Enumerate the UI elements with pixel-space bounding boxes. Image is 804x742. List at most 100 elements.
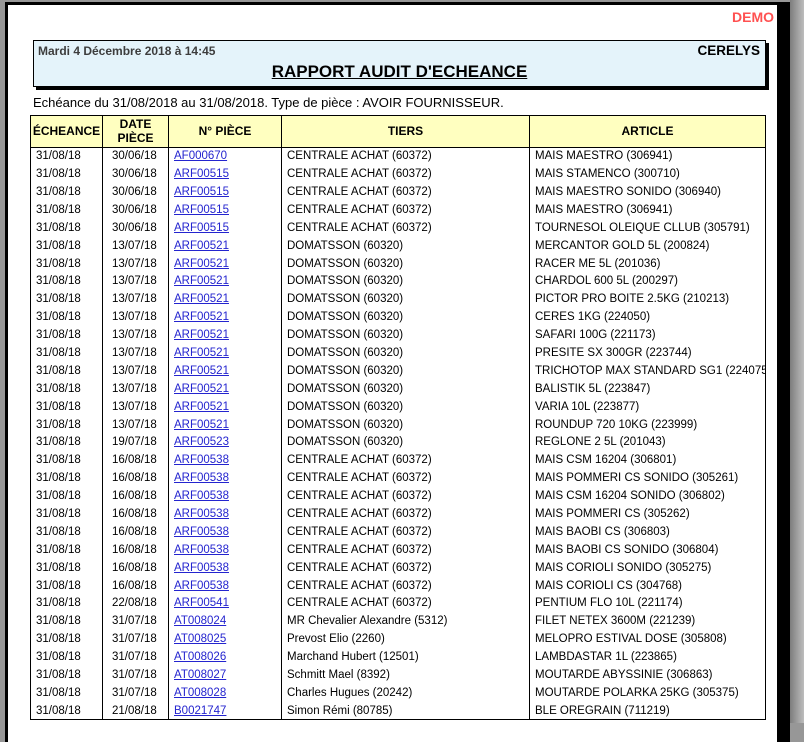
piece-link[interactable]: ARF00538 — [174, 580, 229, 592]
piece-link[interactable]: ARF00515 — [174, 222, 229, 234]
tiers-cell: CENTRALE ACHAT (60372) — [282, 165, 530, 183]
piece-link[interactable]: ARF00521 — [174, 365, 229, 377]
article-cell: MOUTARDE ABYSSINIE (306863) — [530, 666, 766, 684]
piece-link[interactable]: AT008024 — [174, 615, 226, 627]
echeance-cell: 31/08/18 — [31, 273, 103, 291]
table-row: 31/08/1831/07/18AT008025Prevost Elio (22… — [31, 630, 766, 648]
piece-link[interactable]: AT008025 — [174, 633, 226, 645]
table-row: 31/08/1813/07/18ARF00521DOMATSSON (60320… — [31, 362, 766, 380]
table-row: 31/08/1830/06/18ARF00515CENTRALE ACHAT (… — [31, 165, 766, 183]
column-header-echeance: ÉCHEANCE — [31, 116, 103, 148]
table-row: 31/08/1831/07/18AT008024MR Chevalier Ale… — [31, 612, 766, 630]
date-piece-cell: 13/07/18 — [103, 398, 169, 416]
piece-link[interactable]: ARF00521 — [174, 275, 229, 287]
date-piece-cell: 30/06/18 — [103, 165, 169, 183]
tiers-cell: CENTRALE ACHAT (60372) — [282, 469, 530, 487]
piece-link[interactable]: ARF00538 — [174, 490, 229, 502]
piece-cell: ARF00521 — [169, 237, 282, 255]
tiers-cell: DOMATSSON (60320) — [282, 326, 530, 344]
piece-link[interactable]: ARF00538 — [174, 472, 229, 484]
article-cell: TRICHOTOP MAX STANDARD SG1 (224075) — [530, 362, 766, 380]
date-piece-cell: 31/07/18 — [103, 648, 169, 666]
tiers-cell: DOMATSSON (60320) — [282, 416, 530, 434]
article-cell: MAIS CORIOLI CS (304768) — [530, 577, 766, 595]
tiers-cell: CENTRALE ACHAT (60372) — [282, 505, 530, 523]
piece-link[interactable]: AT008026 — [174, 651, 226, 663]
table-row: 31/08/1830/06/18AF000670CENTRALE ACHAT (… — [31, 147, 766, 165]
piece-cell: ARF00538 — [169, 487, 282, 505]
table-row: 31/08/1813/07/18ARF00521DOMATSSON (60320… — [31, 326, 766, 344]
piece-link[interactable]: ARF00521 — [174, 401, 229, 413]
piece-link[interactable]: ARF00521 — [174, 240, 229, 252]
piece-link[interactable]: ARF00515 — [174, 186, 229, 198]
article-cell: MOUTARDE POLARKA 25KG (305375) — [530, 684, 766, 702]
piece-cell: ARF00521 — [169, 344, 282, 362]
tiers-cell: CENTRALE ACHAT (60372) — [282, 523, 530, 541]
article-cell: MAIS CSM 16204 (306801) — [530, 451, 766, 469]
piece-link[interactable]: AT008028 — [174, 687, 226, 699]
piece-link[interactable]: AT008027 — [174, 669, 226, 681]
tiers-cell: Marchand Hubert (12501) — [282, 648, 530, 666]
echeance-cell: 31/08/18 — [31, 577, 103, 595]
date-piece-cell: 16/08/18 — [103, 559, 169, 577]
piece-link[interactable]: AF000670 — [174, 150, 227, 162]
echeance-cell: 31/08/18 — [31, 147, 103, 165]
piece-link[interactable]: ARF00538 — [174, 562, 229, 574]
table-row: 31/08/1830/06/18ARF00515CENTRALE ACHAT (… — [31, 201, 766, 219]
tiers-cell: DOMATSSON (60320) — [282, 255, 530, 273]
article-cell: BALISTIK 5L (223847) — [530, 380, 766, 398]
echeance-cell: 31/08/18 — [31, 630, 103, 648]
date-piece-cell: 13/07/18 — [103, 255, 169, 273]
tiers-cell: DOMATSSON (60320) — [282, 344, 530, 362]
piece-link[interactable]: B0021747 — [174, 705, 226, 717]
tiers-cell: DOMATSSON (60320) — [282, 380, 530, 398]
piece-link[interactable]: ARF00538 — [174, 544, 229, 556]
date-piece-cell: 16/08/18 — [103, 541, 169, 559]
echeance-cell: 31/08/18 — [31, 398, 103, 416]
piece-cell: ARF00521 — [169, 326, 282, 344]
date-piece-cell: 16/08/18 — [103, 487, 169, 505]
tiers-cell: CENTRALE ACHAT (60372) — [282, 183, 530, 201]
report-datetime: Mardi 4 Décembre 2018 à 14:45 — [38, 44, 215, 58]
piece-cell: ARF00521 — [169, 398, 282, 416]
table-row: 31/08/1813/07/18ARF00521DOMATSSON (60320… — [31, 416, 766, 434]
table-row: 31/08/1813/07/18ARF00521DOMATSSON (60320… — [31, 237, 766, 255]
echeance-cell: 31/08/18 — [31, 219, 103, 237]
article-cell: PICTOR PRO BOITE 2.5KG (210213) — [530, 290, 766, 308]
piece-link[interactable]: ARF00521 — [174, 258, 229, 270]
date-piece-cell: 16/08/18 — [103, 577, 169, 595]
piece-link[interactable]: ARF00521 — [174, 329, 229, 341]
report-table: ÉCHEANCEDATE PIÈCEN° PIÈCETIERSARTICLE 3… — [30, 115, 766, 720]
date-piece-cell: 30/06/18 — [103, 183, 169, 201]
echeance-cell: 31/08/18 — [31, 434, 103, 452]
table-row: 31/08/1813/07/18ARF00521DOMATSSON (60320… — [31, 380, 766, 398]
article-cell: MAIS MAESTRO (306941) — [530, 147, 766, 165]
piece-link[interactable]: ARF00541 — [174, 597, 229, 609]
piece-link[interactable]: ARF00521 — [174, 419, 229, 431]
piece-link[interactable]: ARF00538 — [174, 508, 229, 520]
echeance-cell: 31/08/18 — [31, 595, 103, 613]
date-piece-cell: 30/06/18 — [103, 219, 169, 237]
piece-cell: AT008026 — [169, 648, 282, 666]
piece-link[interactable]: ARF00523 — [174, 436, 229, 448]
piece-link[interactable]: ARF00515 — [174, 168, 229, 180]
piece-cell: ARF00538 — [169, 505, 282, 523]
demo-watermark: DEMO — [732, 9, 774, 25]
column-header-tiers: TIERS — [282, 116, 530, 148]
date-piece-cell: 16/08/18 — [103, 469, 169, 487]
piece-link[interactable]: ARF00538 — [174, 526, 229, 538]
piece-link[interactable]: ARF00538 — [174, 454, 229, 466]
echeance-cell: 31/08/18 — [31, 183, 103, 201]
article-cell: LAMBDASTAR 1L (223865) — [530, 648, 766, 666]
article-cell: BLE OREGRAIN (711219) — [530, 702, 766, 720]
table-row: 31/08/1813/07/18ARF00521DOMATSSON (60320… — [31, 308, 766, 326]
piece-link[interactable]: ARF00521 — [174, 347, 229, 359]
tiers-cell: DOMATSSON (60320) — [282, 434, 530, 452]
piece-link[interactable]: ARF00515 — [174, 204, 229, 216]
tiers-cell: Charles Hugues (20242) — [282, 684, 530, 702]
piece-link[interactable]: ARF00521 — [174, 383, 229, 395]
table-row: 31/08/1816/08/18ARF00538CENTRALE ACHAT (… — [31, 523, 766, 541]
piece-link[interactable]: ARF00521 — [174, 311, 229, 323]
piece-link[interactable]: ARF00521 — [174, 293, 229, 305]
article-cell: MAIS BAOBI CS SONIDO (306804) — [530, 541, 766, 559]
